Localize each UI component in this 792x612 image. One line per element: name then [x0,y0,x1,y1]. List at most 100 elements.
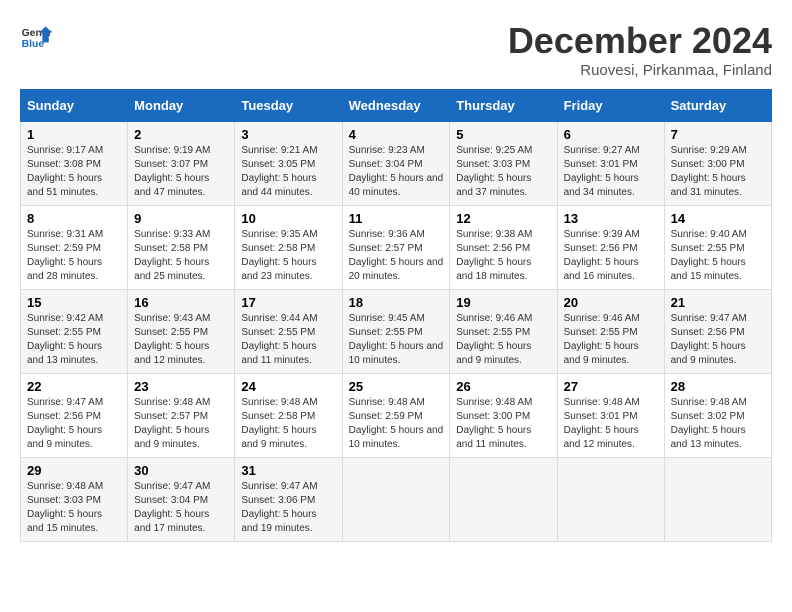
day-number: 20 [564,295,658,310]
day-number: 29 [27,463,121,478]
day-info: Sunrise: 9:45 AM Sunset: 2:55 PM Dayligh… [349,312,444,368]
calendar-cell: 14 Sunrise: 9:40 AM Sunset: 2:55 PM Dayl… [664,206,771,290]
day-number: 16 [134,295,228,310]
calendar-week-1: 1 Sunrise: 9:17 AM Sunset: 3:08 PM Dayli… [21,122,772,206]
day-info: Sunrise: 9:23 AM Sunset: 3:04 PM Dayligh… [349,144,444,200]
calendar-cell: 7 Sunrise: 9:29 AM Sunset: 3:00 PM Dayli… [664,122,771,206]
calendar-cell: 4 Sunrise: 9:23 AM Sunset: 3:04 PM Dayli… [342,122,450,206]
calendar-cell: 22 Sunrise: 9:47 AM Sunset: 2:56 PM Dayl… [21,374,128,458]
day-number: 19 [456,295,550,310]
day-number: 3 [241,127,335,142]
day-info: Sunrise: 9:35 AM Sunset: 2:58 PM Dayligh… [241,228,335,284]
calendar-cell: 3 Sunrise: 9:21 AM Sunset: 3:05 PM Dayli… [235,122,342,206]
weekday-header-friday: Friday [557,90,664,122]
calendar-cell: 2 Sunrise: 9:19 AM Sunset: 3:07 PM Dayli… [128,122,235,206]
day-number: 8 [27,211,121,226]
day-number: 31 [241,463,335,478]
day-number: 24 [241,379,335,394]
calendar-cell: 31 Sunrise: 9:47 AM Sunset: 3:06 PM Dayl… [235,458,342,542]
day-info: Sunrise: 9:48 AM Sunset: 3:01 PM Dayligh… [564,396,658,452]
day-number: 9 [134,211,228,226]
calendar-cell [342,458,450,542]
day-info: Sunrise: 9:46 AM Sunset: 2:55 PM Dayligh… [456,312,550,368]
day-info: Sunrise: 9:48 AM Sunset: 3:02 PM Dayligh… [671,396,765,452]
calendar-cell: 8 Sunrise: 9:31 AM Sunset: 2:59 PM Dayli… [21,206,128,290]
weekday-header-thursday: Thursday [450,90,557,122]
logo: General Blue General Blue [20,20,52,52]
calendar-cell: 15 Sunrise: 9:42 AM Sunset: 2:55 PM Dayl… [21,290,128,374]
weekday-header-saturday: Saturday [664,90,771,122]
day-number: 26 [456,379,550,394]
calendar-cell: 27 Sunrise: 9:48 AM Sunset: 3:01 PM Dayl… [557,374,664,458]
day-info: Sunrise: 9:47 AM Sunset: 2:56 PM Dayligh… [671,312,765,368]
day-info: Sunrise: 9:21 AM Sunset: 3:05 PM Dayligh… [241,144,335,200]
weekday-header-tuesday: Tuesday [235,90,342,122]
calendar-table: SundayMondayTuesdayWednesdayThursdayFrid… [20,89,772,542]
calendar-cell [450,458,557,542]
day-number: 10 [241,211,335,226]
day-info: Sunrise: 9:42 AM Sunset: 2:55 PM Dayligh… [27,312,121,368]
calendar-cell: 11 Sunrise: 9:36 AM Sunset: 2:57 PM Dayl… [342,206,450,290]
calendar-cell: 6 Sunrise: 9:27 AM Sunset: 3:01 PM Dayli… [557,122,664,206]
day-number: 30 [134,463,228,478]
day-info: Sunrise: 9:48 AM Sunset: 2:59 PM Dayligh… [349,396,444,452]
calendar-cell: 25 Sunrise: 9:48 AM Sunset: 2:59 PM Dayl… [342,374,450,458]
calendar-cell [664,458,771,542]
weekday-header-sunday: Sunday [21,90,128,122]
day-number: 6 [564,127,658,142]
day-number: 22 [27,379,121,394]
calendar-cell: 10 Sunrise: 9:35 AM Sunset: 2:58 PM Dayl… [235,206,342,290]
calendar-cell: 1 Sunrise: 9:17 AM Sunset: 3:08 PM Dayli… [21,122,128,206]
day-number: 18 [349,295,444,310]
day-number: 1 [27,127,121,142]
calendar-cell: 21 Sunrise: 9:47 AM Sunset: 2:56 PM Dayl… [664,290,771,374]
day-info: Sunrise: 9:47 AM Sunset: 3:04 PM Dayligh… [134,480,228,536]
calendar-cell: 18 Sunrise: 9:45 AM Sunset: 2:55 PM Dayl… [342,290,450,374]
weekday-header-wednesday: Wednesday [342,90,450,122]
calendar-cell: 12 Sunrise: 9:38 AM Sunset: 2:56 PM Dayl… [450,206,557,290]
day-info: Sunrise: 9:48 AM Sunset: 3:00 PM Dayligh… [456,396,550,452]
day-info: Sunrise: 9:19 AM Sunset: 3:07 PM Dayligh… [134,144,228,200]
calendar-cell: 5 Sunrise: 9:25 AM Sunset: 3:03 PM Dayli… [450,122,557,206]
day-info: Sunrise: 9:47 AM Sunset: 2:56 PM Dayligh… [27,396,121,452]
day-info: Sunrise: 9:46 AM Sunset: 2:55 PM Dayligh… [564,312,658,368]
day-number: 15 [27,295,121,310]
day-number: 28 [671,379,765,394]
day-info: Sunrise: 9:48 AM Sunset: 3:03 PM Dayligh… [27,480,121,536]
day-info: Sunrise: 9:40 AM Sunset: 2:55 PM Dayligh… [671,228,765,284]
calendar-week-5: 29 Sunrise: 9:48 AM Sunset: 3:03 PM Dayl… [21,458,772,542]
calendar-cell: 30 Sunrise: 9:47 AM Sunset: 3:04 PM Dayl… [128,458,235,542]
day-info: Sunrise: 9:39 AM Sunset: 2:56 PM Dayligh… [564,228,658,284]
day-number: 11 [349,211,444,226]
day-info: Sunrise: 9:44 AM Sunset: 2:55 PM Dayligh… [241,312,335,368]
day-number: 27 [564,379,658,394]
day-number: 21 [671,295,765,310]
calendar-cell: 28 Sunrise: 9:48 AM Sunset: 3:02 PM Dayl… [664,374,771,458]
day-number: 2 [134,127,228,142]
day-number: 25 [349,379,444,394]
day-info: Sunrise: 9:33 AM Sunset: 2:58 PM Dayligh… [134,228,228,284]
day-number: 23 [134,379,228,394]
calendar-cell: 17 Sunrise: 9:44 AM Sunset: 2:55 PM Dayl… [235,290,342,374]
day-info: Sunrise: 9:29 AM Sunset: 3:00 PM Dayligh… [671,144,765,200]
calendar-cell: 9 Sunrise: 9:33 AM Sunset: 2:58 PM Dayli… [128,206,235,290]
calendar-cell: 19 Sunrise: 9:46 AM Sunset: 2:55 PM Dayl… [450,290,557,374]
day-number: 17 [241,295,335,310]
calendar-cell: 24 Sunrise: 9:48 AM Sunset: 2:58 PM Dayl… [235,374,342,458]
day-number: 5 [456,127,550,142]
weekday-header-monday: Monday [128,90,235,122]
calendar-week-3: 15 Sunrise: 9:42 AM Sunset: 2:55 PM Dayl… [21,290,772,374]
calendar-week-4: 22 Sunrise: 9:47 AM Sunset: 2:56 PM Dayl… [21,374,772,458]
day-info: Sunrise: 9:43 AM Sunset: 2:55 PM Dayligh… [134,312,228,368]
day-info: Sunrise: 9:17 AM Sunset: 3:08 PM Dayligh… [27,144,121,200]
location: Ruovesi, Pirkanmaa, Finland [508,62,772,79]
day-number: 7 [671,127,765,142]
logo-icon: General Blue [20,20,52,52]
day-number: 14 [671,211,765,226]
page-header: General Blue General Blue December 2024 … [20,20,772,79]
calendar-cell: 13 Sunrise: 9:39 AM Sunset: 2:56 PM Dayl… [557,206,664,290]
day-info: Sunrise: 9:36 AM Sunset: 2:57 PM Dayligh… [349,228,444,284]
calendar-cell: 20 Sunrise: 9:46 AM Sunset: 2:55 PM Dayl… [557,290,664,374]
day-info: Sunrise: 9:25 AM Sunset: 3:03 PM Dayligh… [456,144,550,200]
day-info: Sunrise: 9:31 AM Sunset: 2:59 PM Dayligh… [27,228,121,284]
